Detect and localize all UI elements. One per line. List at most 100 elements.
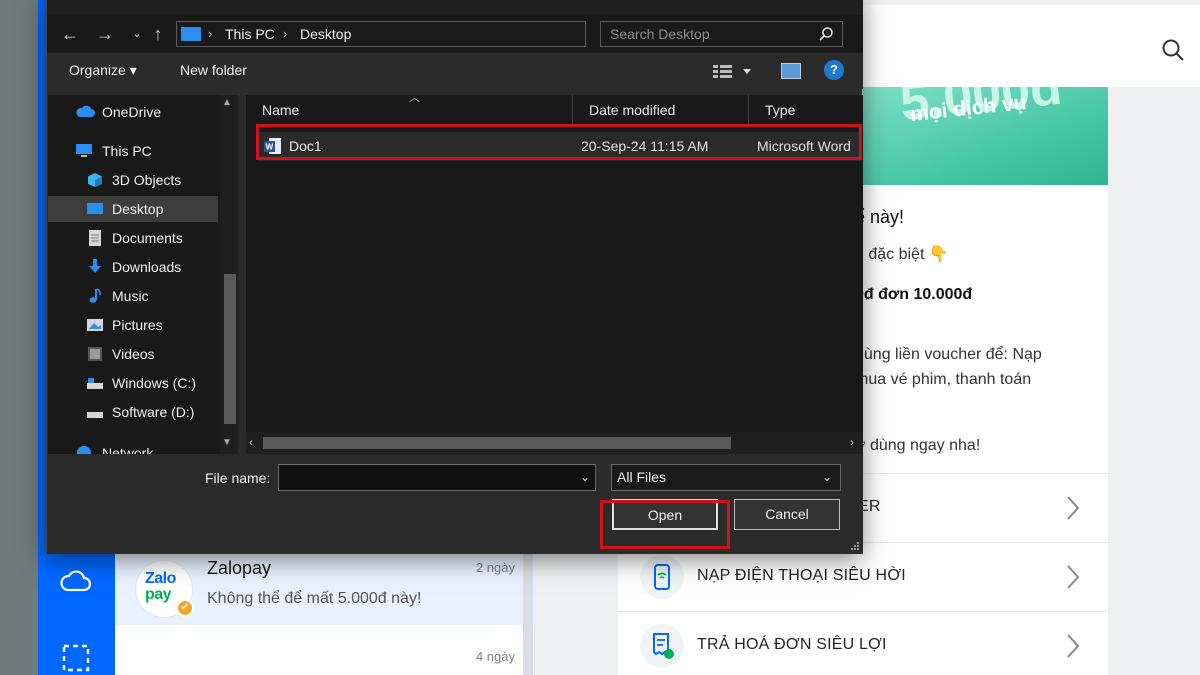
scroll-down-icon[interactable]: ▼ <box>222 437 232 448</box>
music-icon <box>89 288 101 303</box>
nav-label: Desktop <box>112 201 164 217</box>
breadcrumb-separator: › <box>208 26 213 41</box>
file-type-select[interactable]: All Files ⌄ <box>611 464 841 491</box>
phone-topup-icon <box>640 555 684 599</box>
nav-label: Downloads <box>112 259 182 275</box>
document-icon <box>89 230 101 246</box>
chevron-down-icon: ⌄ <box>821 470 832 484</box>
promo-line: u đặc biệt 👇 <box>855 246 949 263</box>
nav-item-music[interactable]: Music <box>48 283 218 309</box>
address-bar[interactable]: › This PC › Desktop ⌄ ↻ <box>176 21 708 47</box>
nav-item-onedrive[interactable]: OneDrive <box>48 99 218 125</box>
nav-label: Videos <box>112 346 155 362</box>
address-row: ← → ⌄ ↑ › This PC › Desktop ⌄ ↻ Search D… <box>47 15 863 53</box>
help-icon[interactable]: ? <box>824 60 844 80</box>
recent-locations-icon[interactable]: ⌄ <box>126 23 148 45</box>
nav-item-3d-objects[interactable]: 3D Objects <box>48 167 218 193</box>
chevron-down-icon[interactable]: ⌄ <box>580 470 590 484</box>
menu-label: NẠP ĐIỆN THOẠI SIÊU HỜI <box>697 567 906 584</box>
nav-label: 3D Objects <box>112 172 182 188</box>
computer-icon <box>76 144 92 157</box>
nav-label: Documents <box>112 230 183 246</box>
desktop-icon <box>87 203 103 214</box>
nav-item-documents[interactable]: Documents <box>48 225 218 251</box>
promo-line: mua vé phim, thanh toán <box>855 371 1032 388</box>
nav-label: Software (D:) <box>112 404 195 420</box>
file-list-hscrollbar[interactable]: ‹ › <box>246 432 863 454</box>
file-name-label: File name: <box>205 470 271 486</box>
nav-label: Network <box>102 445 154 454</box>
column-label: Name <box>262 102 300 118</box>
column-header-date[interactable]: Date modified <box>573 95 749 127</box>
dialog-bottom-bar: File name: ⌄ All Files ⌄ Open Cancel <box>47 454 863 554</box>
avatar: Zalo pay ✔ <box>135 560 194 618</box>
computer-icon <box>181 27 201 41</box>
nav-item-desktop[interactable]: Desktop <box>48 196 218 222</box>
hscroll-thumb[interactable] <box>263 437 731 449</box>
file-open-dialog: ← → ⌄ ↑ › This PC › Desktop ⌄ ↻ Search D… <box>46 0 863 554</box>
scroll-right-icon[interactable]: › <box>850 435 854 449</box>
column-header-name[interactable]: ︿ Name <box>246 95 573 127</box>
menu-row-bill[interactable]: TRẢ HOÁ ĐƠN SIÊU LỢI <box>618 611 1108 675</box>
cloud-icon[interactable] <box>58 564 94 600</box>
nav-item-network[interactable]: Network <box>48 440 218 454</box>
dialog-toolbar: Organize ▾ New folder ? <box>47 53 863 89</box>
nav-label: This PC <box>102 143 152 159</box>
chat-list-scrollbar[interactable] <box>523 550 533 675</box>
preview-pane-icon[interactable] <box>781 63 801 79</box>
new-folder-button[interactable]: New folder <box>180 62 247 78</box>
cancel-button[interactable]: Cancel <box>734 499 840 530</box>
highlight-file-row <box>256 124 862 160</box>
pictures-icon <box>87 319 103 331</box>
avatar-logo-text-2: pay <box>145 586 172 603</box>
nav-item-windows-c[interactable]: Windows (C:) <box>48 370 218 396</box>
search-icon[interactable] <box>1160 37 1186 63</box>
chat-time: 4 ngày <box>475 649 515 664</box>
chat-time: 2 ngày <box>475 560 515 575</box>
view-options-icon[interactable] <box>713 63 753 79</box>
nav-pane-scroll-thumb[interactable] <box>224 274 236 424</box>
resize-grip-icon[interactable] <box>850 541 860 551</box>
bill-icon <box>640 624 684 668</box>
nav-item-downloads[interactable]: Downloads <box>48 254 218 280</box>
breadcrumb-separator: › <box>283 26 288 41</box>
forward-arrow-icon[interactable]: → <box>94 23 116 45</box>
chat-item[interactable]: 4 ngày <box>115 625 535 675</box>
column-header-type[interactable]: Type <box>749 95 863 127</box>
scroll-up-icon[interactable]: ▲ <box>222 97 232 108</box>
breadcrumb-this-pc[interactable]: This PC <box>225 26 275 42</box>
search-input[interactable]: Search Desktop <box>600 21 843 47</box>
nav-item-this-pc[interactable]: This PC <box>48 138 218 164</box>
file-name-input[interactable] <box>278 464 596 491</box>
drive-icon <box>87 378 103 389</box>
organize-button[interactable]: Organize ▾ <box>69 62 137 79</box>
drive-icon <box>87 412 103 418</box>
file-type-value: All Files <box>617 469 667 485</box>
dialog-titlebar[interactable] <box>47 0 863 15</box>
screenshot-icon[interactable] <box>58 640 94 675</box>
column-label: Date modified <box>589 102 676 118</box>
column-label: Type <box>765 102 796 118</box>
promo-line: 0đ đơn 10.000đ <box>855 286 973 303</box>
desktop-edge <box>0 0 38 675</box>
nav-label: Music <box>112 288 149 304</box>
chevron-right-icon <box>1067 634 1080 658</box>
chevron-right-icon <box>1067 565 1080 589</box>
nav-item-videos[interactable]: Videos <box>48 341 218 367</box>
chat-preview: Không thể để mất 5.000đ này! <box>207 590 422 607</box>
scroll-left-icon[interactable]: ‹ <box>249 435 253 449</box>
nav-item-pictures[interactable]: Pictures <box>48 312 218 338</box>
chat-item-zalopay[interactable]: Zalo pay ✔ Zalopay Không thể để mất 5.00… <box>115 550 535 625</box>
sort-up-icon: ︿ <box>409 95 420 104</box>
chevron-right-icon <box>1067 496 1080 520</box>
videos-icon <box>88 347 102 361</box>
back-arrow-icon[interactable]: ← <box>59 23 81 45</box>
nav-label: Windows (C:) <box>112 375 197 391</box>
up-arrow-icon[interactable]: ↑ <box>147 23 169 45</box>
nav-item-software-d[interactable]: Software (D:) <box>48 399 218 425</box>
breadcrumb-desktop[interactable]: Desktop <box>300 26 351 42</box>
search-icon <box>819 27 833 41</box>
network-icon <box>77 446 91 454</box>
nav-label: OneDrive <box>102 104 162 120</box>
promo-banner: 5.000đ mọi dịch vụ <box>860 87 1108 185</box>
